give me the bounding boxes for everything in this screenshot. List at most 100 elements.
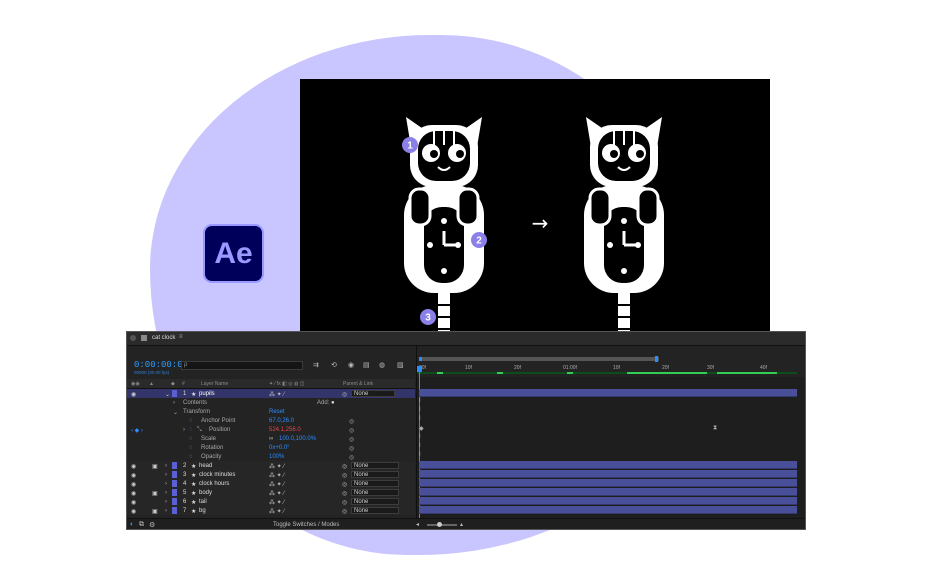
- property-row[interactable]: ◌ Scale ∞ 100.0,100.0% ◎: [127, 434, 415, 443]
- layer-switches[interactable]: ⁂ ✦ ⁄: [269, 490, 284, 497]
- layer-name-header[interactable]: Layer Name: [201, 381, 228, 387]
- layer-bar[interactable]: [419, 479, 797, 487]
- eye-icon[interactable]: ◉: [131, 499, 136, 506]
- layer-name[interactable]: clock hours: [199, 481, 229, 487]
- property-row[interactable]: ◌ Rotation 0x+0.0° ◎: [127, 443, 415, 452]
- eye-icon[interactable]: ◉: [131, 463, 136, 470]
- property-row[interactable]: ‹ ◆ › › ◌ ⤡ Position 524.1,256.0 ◎: [127, 425, 415, 434]
- pickwhip-icon[interactable]: ◎: [342, 391, 347, 398]
- zoom-slider[interactable]: [427, 524, 457, 526]
- layer-name[interactable]: head: [199, 463, 212, 469]
- transform-row[interactable]: ⌄ Transform Reset: [127, 407, 415, 416]
- parent-select[interactable]: None: [351, 479, 399, 487]
- parent-select[interactable]: None: [351, 506, 399, 514]
- keyframe-nav-icon[interactable]: ‹ ◆ ›: [131, 427, 143, 434]
- draft-3d-icon[interactable]: ⟲: [331, 361, 337, 369]
- layer-label-color[interactable]: [172, 489, 177, 496]
- layer-name[interactable]: body: [199, 490, 212, 496]
- eye-icon[interactable]: ◉: [131, 472, 136, 479]
- layer-row[interactable]: ◉ ▣ › 5 ★ body ⁂ ✦ ⁄ ◎ None: [127, 488, 415, 497]
- eye-icon[interactable]: ◉: [131, 391, 136, 398]
- parent-select[interactable]: None: [351, 461, 399, 469]
- layer-label-color[interactable]: [172, 480, 177, 487]
- add-icon[interactable]: ●: [331, 400, 335, 406]
- expression-pickwhip-icon[interactable]: ◎: [349, 436, 354, 443]
- property-value[interactable]: 100%: [269, 454, 284, 460]
- expand-chevron-icon[interactable]: ›: [173, 400, 175, 406]
- layer-label-color[interactable]: [172, 462, 177, 469]
- pickwhip-icon[interactable]: ◎: [342, 508, 347, 515]
- layer-switches[interactable]: ⁂ ✦ ⁄: [269, 391, 284, 398]
- stopwatch-icon[interactable]: ◌: [189, 436, 193, 442]
- layer-bar[interactable]: [419, 497, 797, 505]
- property-row[interactable]: ◌ Anchor Point 67.0,26.0 ◎: [127, 416, 415, 425]
- constrain-proportions-icon[interactable]: ∞: [269, 436, 273, 442]
- current-time[interactable]: 0:00:00:00: [134, 360, 188, 370]
- layer-row[interactable]: ◉ › 6 ★ tail ⁂ ✦ ⁄ ◎ None: [127, 497, 415, 506]
- comp-mini-flowchart-icon[interactable]: ⇉: [313, 361, 319, 369]
- expand-chevron-icon[interactable]: ›: [165, 463, 167, 469]
- parent-select[interactable]: None: [351, 470, 399, 478]
- lock-icon[interactable]: ▣: [152, 508, 158, 515]
- composition-flowchart-icon[interactable]: ⧉: [139, 521, 144, 529]
- pickwhip-icon[interactable]: ◎: [342, 490, 347, 497]
- property-value[interactable]: 524.1,256.0: [269, 427, 301, 433]
- parent-select[interactable]: None: [351, 488, 399, 496]
- property-row[interactable]: ◌ Opacity 100% ◎: [127, 452, 415, 461]
- layer-label-color[interactable]: [172, 471, 177, 478]
- close-dot-icon[interactable]: [130, 335, 136, 341]
- zoom-in-icon[interactable]: ▴: [460, 521, 463, 528]
- stopwatch-active-icon[interactable]: ◌: [189, 427, 193, 433]
- toggle-switches-modes[interactable]: Toggle Switches / Modes: [273, 522, 339, 528]
- layer-bar[interactable]: [419, 470, 797, 478]
- panel-menu-icon[interactable]: ≡: [179, 334, 183, 340]
- layer-bar[interactable]: [419, 461, 797, 469]
- layer-switches[interactable]: ⁂ ✦ ⁄: [269, 463, 284, 470]
- lock-icon[interactable]: ▣: [152, 463, 158, 470]
- expand-chevron-icon[interactable]: ›: [165, 499, 167, 505]
- layer-label-color[interactable]: [172, 498, 177, 505]
- expand-chevron-icon[interactable]: ⌄: [165, 391, 170, 398]
- stopwatch-icon[interactable]: ◌: [189, 418, 193, 424]
- layer-label-color[interactable]: [172, 507, 177, 514]
- layer-switches[interactable]: ⁂ ✦ ⁄: [269, 481, 284, 488]
- layer-switches[interactable]: ⁂ ✦ ⁄: [269, 499, 284, 506]
- work-area-bar[interactable]: [419, 357, 659, 361]
- pickwhip-icon[interactable]: ◎: [342, 472, 347, 479]
- layer-switches[interactable]: ⁂ ✦ ⁄: [269, 472, 284, 479]
- property-value[interactable]: 67.0,26.0: [269, 418, 294, 424]
- expand-chevron-icon[interactable]: ›: [183, 427, 185, 433]
- contents-row[interactable]: › Contents Add: ●: [127, 398, 415, 407]
- layer-row[interactable]: ◉ ▣ › 7 ★ bg ⁂ ✦ ⁄ ◎ None: [127, 506, 415, 515]
- zoom-out-icon[interactable]: ◂: [416, 521, 419, 528]
- expression-pickwhip-icon[interactable]: ◎: [349, 454, 354, 461]
- expand-chevron-icon[interactable]: ›: [165, 481, 167, 487]
- graph-editor-icon[interactable]: ▨: [397, 361, 404, 369]
- timeline-area[interactable]: 00f 10f 20f 01:00f 10f 20f 30f 40f I I I…: [416, 346, 805, 522]
- stopwatch-icon[interactable]: ◌: [189, 454, 193, 460]
- expression-pickwhip-icon[interactable]: ◎: [349, 445, 354, 452]
- eye-icon[interactable]: ◉: [131, 490, 136, 497]
- pickwhip-icon[interactable]: ◎: [342, 481, 347, 488]
- pickwhip-icon[interactable]: ◎: [342, 499, 347, 506]
- property-value[interactable]: 0x+0.0°: [269, 445, 290, 451]
- layer-switches[interactable]: ⁂ ✦ ⁄: [269, 508, 284, 515]
- expand-chevron-icon[interactable]: ›: [165, 472, 167, 478]
- layer-name[interactable]: tail: [199, 499, 207, 505]
- parent-select[interactable]: None: [351, 497, 399, 505]
- expand-chevron-icon[interactable]: ⌄: [173, 409, 178, 416]
- expression-pickwhip-icon[interactable]: ◎: [349, 427, 354, 434]
- property-value[interactable]: 100.0,100.0%: [279, 436, 316, 442]
- expand-chevron-icon[interactable]: ›: [165, 490, 167, 496]
- settings-gear-icon[interactable]: ⚙: [149, 521, 155, 529]
- layer-bar[interactable]: [419, 506, 797, 514]
- layer-row-pupils[interactable]: ◉ ⌄ 1 ★ pupils ⁂ ✦ ⁄ ◎ None: [127, 389, 415, 398]
- layer-bar-pupils[interactable]: [419, 389, 797, 397]
- render-time-icon[interactable]: ◐: [130, 521, 134, 528]
- reset-link[interactable]: Reset: [269, 409, 285, 415]
- layer-name[interactable]: clock minutes: [199, 472, 235, 478]
- layer-row[interactable]: ◉ › 3 ★ clock minutes ⁂ ✦ ⁄ ◎ None: [127, 470, 415, 479]
- layer-name[interactable]: pupils: [199, 391, 215, 397]
- frame-blending-icon[interactable]: ▤: [363, 361, 370, 369]
- layer-row[interactable]: ◉ › 4 ★ clock hours ⁂ ✦ ⁄ ◎ None: [127, 479, 415, 488]
